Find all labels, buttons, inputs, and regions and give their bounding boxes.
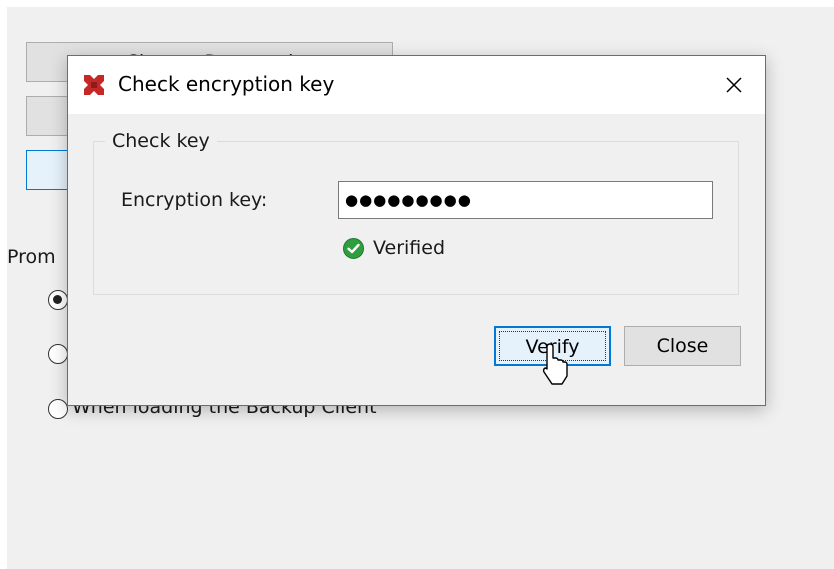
- encryption-key-label: Encryption key:: [121, 189, 268, 211]
- close-button[interactable]: Close: [624, 326, 741, 366]
- prompt-label: Prom: [7, 246, 56, 268]
- close-icon[interactable]: [719, 70, 749, 100]
- encryption-key-input[interactable]: ●●●●●●●●●: [338, 181, 713, 219]
- groupbox-legend: Check key: [105, 130, 217, 152]
- check-circle-icon: [343, 237, 364, 259]
- verification-status: Verified: [343, 236, 445, 260]
- dialog-title: Check encryption key: [118, 72, 335, 96]
- dialog-titlebar: Check encryption key: [68, 56, 765, 114]
- screen: Change Password Prom When loading the Ba…: [0, 0, 834, 569]
- radio-option-1[interactable]: [48, 290, 68, 310]
- radio-option-2[interactable]: [48, 344, 68, 364]
- check-encryption-key-dialog: Check encryption key Check key Encryptio…: [67, 55, 766, 406]
- app-logo-icon: [84, 75, 104, 95]
- status-text: Verified: [373, 237, 446, 259]
- radio-option-3[interactable]: [48, 399, 68, 419]
- mouse-cursor-icon: [542, 343, 568, 385]
